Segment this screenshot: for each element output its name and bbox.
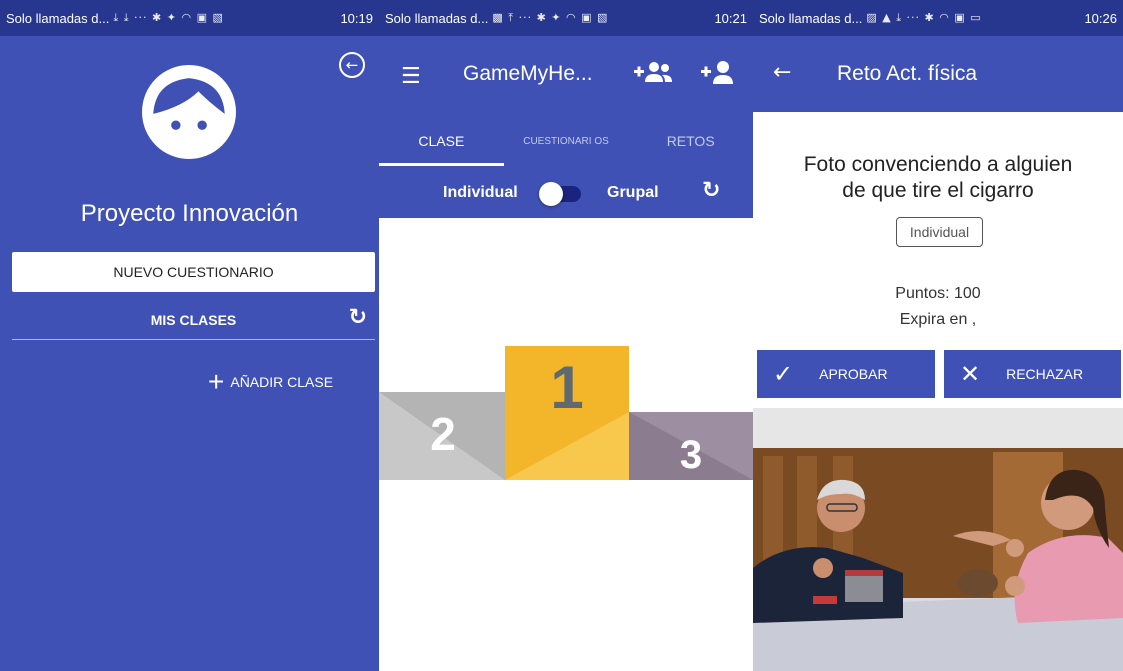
status-bar: Solo llamadas d... ▩ ⤒ ··· ✱ ✦ ◠ ▣ ▧ 10:… [379, 0, 753, 36]
mode-switch[interactable] [539, 182, 581, 206]
avatar [142, 65, 236, 159]
clock: 10:26 [1084, 10, 1117, 26]
app-bar: ← Reto Act. física [753, 36, 1123, 112]
approve-button[interactable]: ✓ APROBAR [757, 350, 935, 398]
add-person-icon[interactable] [701, 60, 735, 86]
screen-class-ranking: Solo llamadas d... ▩ ⤒ ··· ✱ ✦ ◠ ▣ ▧ 10:… [379, 0, 753, 671]
back-arrow-icon[interactable]: ← [773, 60, 791, 85]
new-quiz-button[interactable]: NUEVO CUESTIONARIO [12, 252, 375, 292]
approve-label: APROBAR [819, 366, 888, 382]
my-classes-label: MIS CLASES [150, 312, 237, 328]
expires-label: Expira en , [899, 311, 977, 328]
app-title: GameMyHe... [463, 62, 593, 85]
switch-knob [539, 182, 563, 206]
points-label: Puntos: 100 [895, 285, 981, 302]
project-name: Proyecto Innovación [80, 200, 299, 227]
submitted-photo[interactable] [753, 408, 1123, 671]
tab-quizzes[interactable]: CUESTIONARI OS [504, 116, 629, 166]
challenge-line-2: de que tire el cigarro [842, 179, 1034, 202]
tab-challenges[interactable]: RETOS [628, 116, 753, 166]
podium-graphic: 2 1 3 [379, 346, 753, 480]
mode-badge: Individual [896, 217, 983, 247]
reject-label: RECHAZAR [1006, 366, 1084, 382]
status-icons: ⤓ ⤓ ··· ✱ ✦ ◠ ▣ ▧ [113, 11, 224, 24]
group-label: Grupal [607, 184, 659, 201]
add-class-label: AÑADIR CLASE [230, 374, 334, 390]
status-icons: ▩ ⤒ ··· ✱ ✦ ◠ ▣ ▧ [492, 11, 609, 24]
clock: 10:19 [340, 10, 373, 26]
challenge-line-1: Foto convenciendo a alguien [803, 153, 1073, 176]
close-icon: ✕ [960, 360, 981, 388]
clock: 10:21 [714, 10, 747, 26]
mode-toggle-bar: Individual Grupal ↻ [379, 166, 753, 218]
check-icon: ✓ [773, 360, 794, 388]
individual-label: Individual [443, 184, 518, 201]
tab-class[interactable]: CLASE [379, 116, 504, 166]
plus-icon: + [208, 366, 225, 397]
carrier-label: Solo llamadas d... [385, 10, 489, 26]
carrier-label: Solo llamadas d... [6, 10, 110, 26]
carrier-label: Solo llamadas d... [759, 10, 863, 26]
menu-icon[interactable]: ☰ [401, 64, 421, 89]
podium-third-label: 3 [680, 433, 702, 477]
refresh-icon[interactable]: ↻ [349, 305, 367, 330]
podium-second-label: 2 [430, 408, 456, 460]
challenge-screen-title: Reto Act. física [837, 62, 978, 85]
challenge-description: Foto convenciendo a alguien de que tire … [753, 152, 1123, 204]
status-bar: Solo llamadas d... ▨ ▲ ⤓ ··· ✱ ◠ ▣ ▭ 10:… [753, 0, 1123, 36]
my-classes-header: MIS CLASES ↻ [12, 304, 375, 340]
tab-bar: CLASE CUESTIONARI OS RETOS [379, 116, 753, 166]
status-bar: Solo llamadas d... ⤓ ⤓ ··· ✱ ✦ ◠ ▣ ▧ 10:… [0, 0, 379, 36]
podium-first-label: 1 [550, 354, 583, 421]
logout-icon[interactable]: ← [339, 52, 365, 78]
status-icons: ▨ ▲ ⤓ ··· ✱ ◠ ▣ ▭ [866, 11, 982, 24]
reject-button[interactable]: ✕ RECHAZAR [944, 350, 1121, 398]
refresh-icon[interactable]: ↻ [702, 178, 720, 203]
screen-challenge-detail: Solo llamadas d... ▨ ▲ ⤓ ··· ✱ ◠ ▣ ▭ 10:… [753, 0, 1123, 671]
app-bar: ☰ GameMyHe... [379, 36, 753, 116]
add-class-button[interactable]: + AÑADIR CLASE [208, 366, 334, 397]
add-group-icon[interactable] [634, 60, 674, 86]
screen-profile: Solo llamadas d... ⤓ ⤓ ··· ✱ ✦ ◠ ▣ ▧ 10:… [0, 0, 379, 671]
